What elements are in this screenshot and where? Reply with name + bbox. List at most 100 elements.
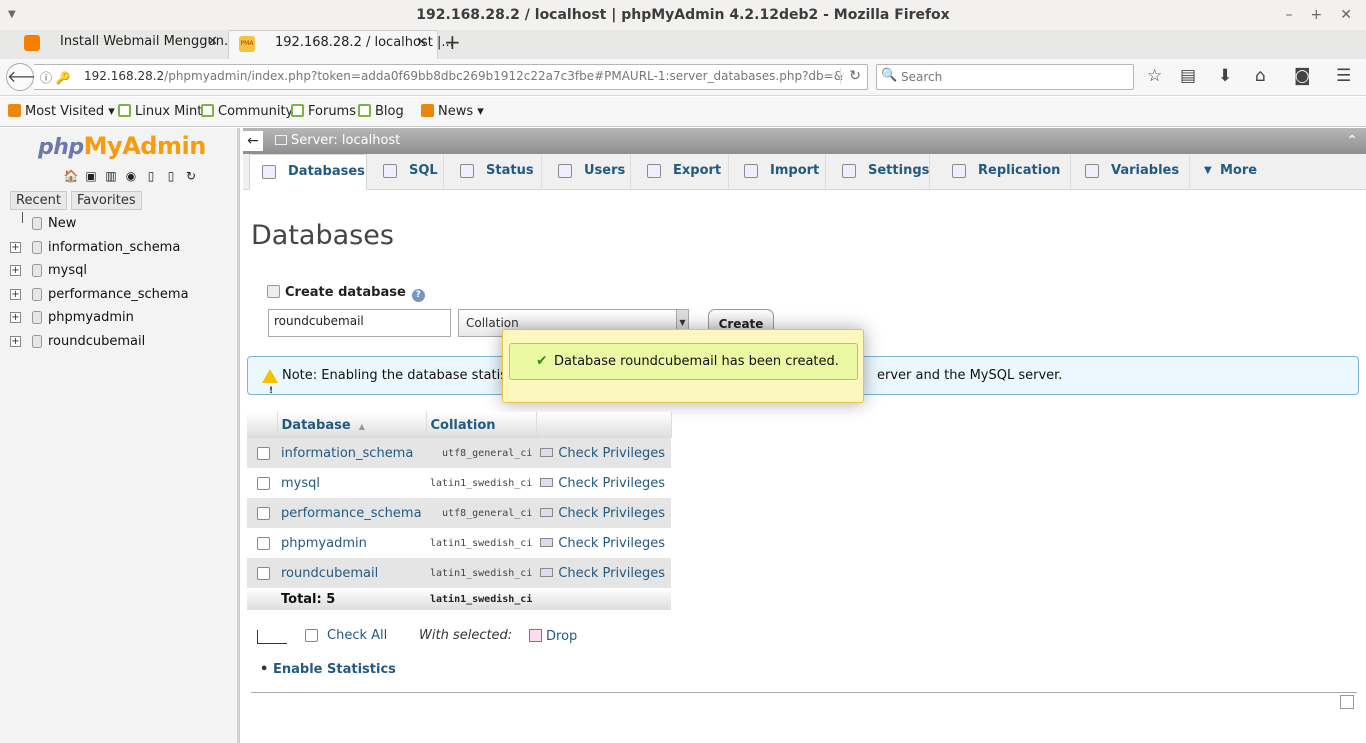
bookmark-community[interactable]: Community — [201, 104, 293, 119]
sql-icon — [383, 164, 397, 178]
row-checkbox[interactable] — [257, 506, 270, 520]
database-link[interactable]: phpmyadmin — [277, 528, 426, 558]
tab-settings[interactable]: Settings — [830, 154, 930, 190]
home-icon[interactable]: ⌂ — [1255, 66, 1266, 86]
recent-tab[interactable]: Recent — [10, 191, 67, 210]
tab-more[interactable]: ▼ More — [1190, 154, 1268, 190]
tab-users[interactable]: Users — [546, 154, 631, 190]
column-header-collation[interactable]: Collation — [426, 412, 537, 438]
back-button[interactable]: 🡐 — [6, 63, 50, 91]
replication-icon — [952, 164, 966, 178]
database-name-input[interactable]: roundcubemail — [268, 309, 451, 337]
tab-variables[interactable]: Variables — [1073, 154, 1190, 190]
tab-export[interactable]: Export — [635, 154, 729, 190]
enable-statistics-link[interactable]: • Enable Statistics — [260, 662, 396, 677]
close-tab-icon[interactable]: ✕ — [207, 30, 218, 54]
server-breadcrumb[interactable]: Server: localhost — [275, 128, 400, 154]
tree-item-database[interactable]: + performance_schema — [8, 283, 189, 307]
database-link[interactable]: performance_schema — [277, 498, 426, 528]
expand-icon[interactable]: + — [10, 335, 21, 347]
bookmark-blog[interactable]: Blog — [358, 104, 404, 119]
navigation-toolbar: 🡐 ⓘ 🔑 192.168.28.2/phpmyadmin/index.php?… — [0, 59, 1366, 96]
expand-icon[interactable]: + — [10, 241, 21, 253]
query-window-icon[interactable]: ▥ — [103, 168, 119, 184]
tab-sql[interactable]: SQL — [371, 154, 444, 190]
tree-item-database[interactable]: + roundcubemail — [8, 330, 189, 354]
check-privileges-link[interactable]: Check Privileges — [536, 438, 672, 468]
bookmark-linux-mint[interactable]: Linux Mint — [118, 104, 202, 119]
settings-icon[interactable]: ▯ — [163, 168, 179, 184]
database-link[interactable]: roundcubemail — [277, 558, 426, 588]
close-tab-icon[interactable]: ✕ — [416, 31, 427, 55]
browser-tab-webmail[interactable]: Install Webmail Menggun... ✕ — [14, 30, 236, 59]
check-privileges-link[interactable]: Check Privileges — [536, 558, 672, 588]
drop-button[interactable]: Drop — [529, 629, 577, 644]
with-selected-label: With selected: — [419, 628, 513, 643]
check-privileges-link[interactable]: Check Privileges — [536, 498, 672, 528]
tree-item-database[interactable]: + mysql — [8, 259, 189, 283]
new-tab-icon[interactable]: + — [444, 30, 461, 54]
favorites-tab[interactable]: Favorites — [70, 191, 142, 210]
bookmark-most-visited[interactable]: Most Visited ▾ — [8, 104, 115, 119]
collapse-top-icon[interactable]: ⌃ — [1346, 128, 1358, 154]
databases-table: Database ▲ Collation information_schema u… — [247, 412, 672, 610]
bookmark-forums[interactable]: Forums — [291, 104, 356, 119]
console-icon[interactable] — [1340, 695, 1354, 709]
expand-icon[interactable]: + — [10, 312, 21, 323]
minimize-icon[interactable]: – — [1286, 0, 1293, 30]
blogger-icon — [24, 35, 40, 51]
tree-item-database[interactable]: + phpmyadmin — [8, 306, 189, 330]
tree-item-database[interactable]: + information_schema — [8, 236, 189, 260]
window-menu-icon[interactable]: ▼ — [8, 0, 16, 30]
tab-databases[interactable]: Databases — [249, 154, 367, 190]
docs-icon[interactable]: ◉ — [123, 168, 139, 184]
privileges-icon — [540, 447, 554, 457]
check-privileges-link[interactable]: Check Privileges — [536, 528, 672, 558]
tab-status[interactable]: Status — [448, 154, 542, 190]
tree-item-new[interactable]: New — [8, 212, 189, 236]
row-checkbox[interactable] — [257, 446, 270, 460]
maximize-icon[interactable]: + — [1311, 0, 1323, 30]
collation-value: latin1_swedish_ci — [426, 528, 537, 558]
home-icon[interactable]: 🏠 — [63, 168, 79, 184]
reading-list-icon[interactable]: ▤ — [1180, 66, 1196, 86]
table-row: performance_schema utf8_general_ci Check… — [247, 498, 672, 528]
browser-tab-phpmyadmin[interactable]: PMA 192.168.28.2 / localhost |... ✕ — [228, 30, 454, 59]
bookmark-news[interactable]: News ▾ — [421, 104, 484, 119]
refresh-icon[interactable]: ↻ — [183, 168, 199, 184]
expand-icon[interactable]: + — [10, 265, 21, 276]
row-checkbox[interactable] — [257, 476, 270, 490]
collapse-sidebar-icon[interactable]: ← — [243, 131, 263, 151]
download-icon[interactable]: ⬇ — [1218, 66, 1232, 86]
create-database-label: Create database? — [267, 285, 425, 302]
expand-icon[interactable]: + — [10, 288, 21, 300]
check-all-checkbox[interactable] — [305, 629, 318, 642]
close-window-icon[interactable]: ✕ — [1340, 0, 1352, 30]
row-checkbox[interactable] — [257, 566, 270, 580]
database-link[interactable]: information_schema — [277, 438, 426, 468]
url-text[interactable]: 192.168.28.2/phpmyadmin/index.php?token=… — [84, 69, 844, 83]
reload-icon[interactable]: ↻ — [840, 68, 861, 84]
pocket-icon[interactable]: ◙ — [1294, 66, 1311, 86]
site-info-icon[interactable]: ⓘ 🔑 — [40, 69, 71, 86]
check-privileges-link[interactable]: Check Privileges — [536, 468, 672, 498]
sql-docs-icon[interactable]: ▯ — [143, 168, 159, 184]
logout-icon[interactable]: ▣ — [83, 168, 99, 184]
tab-import[interactable]: Import — [732, 154, 826, 190]
search-box[interactable]: 🔍 Search — [876, 64, 1134, 90]
url-bar[interactable]: ⓘ 🔑 192.168.28.2/phpmyadmin/index.php?to… — [34, 64, 868, 90]
privileges-icon — [540, 507, 554, 517]
phpmyadmin-logo[interactable]: phpMyAdmin — [38, 132, 206, 160]
dropdown-arrow-icon: ▼ — [1204, 165, 1212, 176]
menu-hamburger-icon[interactable]: ☰ — [1336, 66, 1351, 86]
row-checkbox[interactable] — [257, 536, 270, 550]
bookmark-star-icon[interactable]: ☆ — [1147, 66, 1162, 86]
check-all-label[interactable]: Check All — [327, 628, 387, 643]
column-header-database[interactable]: Database ▲ — [277, 412, 427, 438]
database-link[interactable]: mysql — [277, 468, 426, 498]
tab-replication[interactable]: Replication — [940, 154, 1071, 190]
help-icon[interactable]: ? — [411, 289, 425, 302]
server-breadcrumb-bar: ← Server: localhost ⌃ — [243, 128, 1366, 154]
import-icon — [744, 164, 758, 178]
success-toast[interactable]: ✔ Database roundcubemail has been create… — [502, 329, 864, 403]
